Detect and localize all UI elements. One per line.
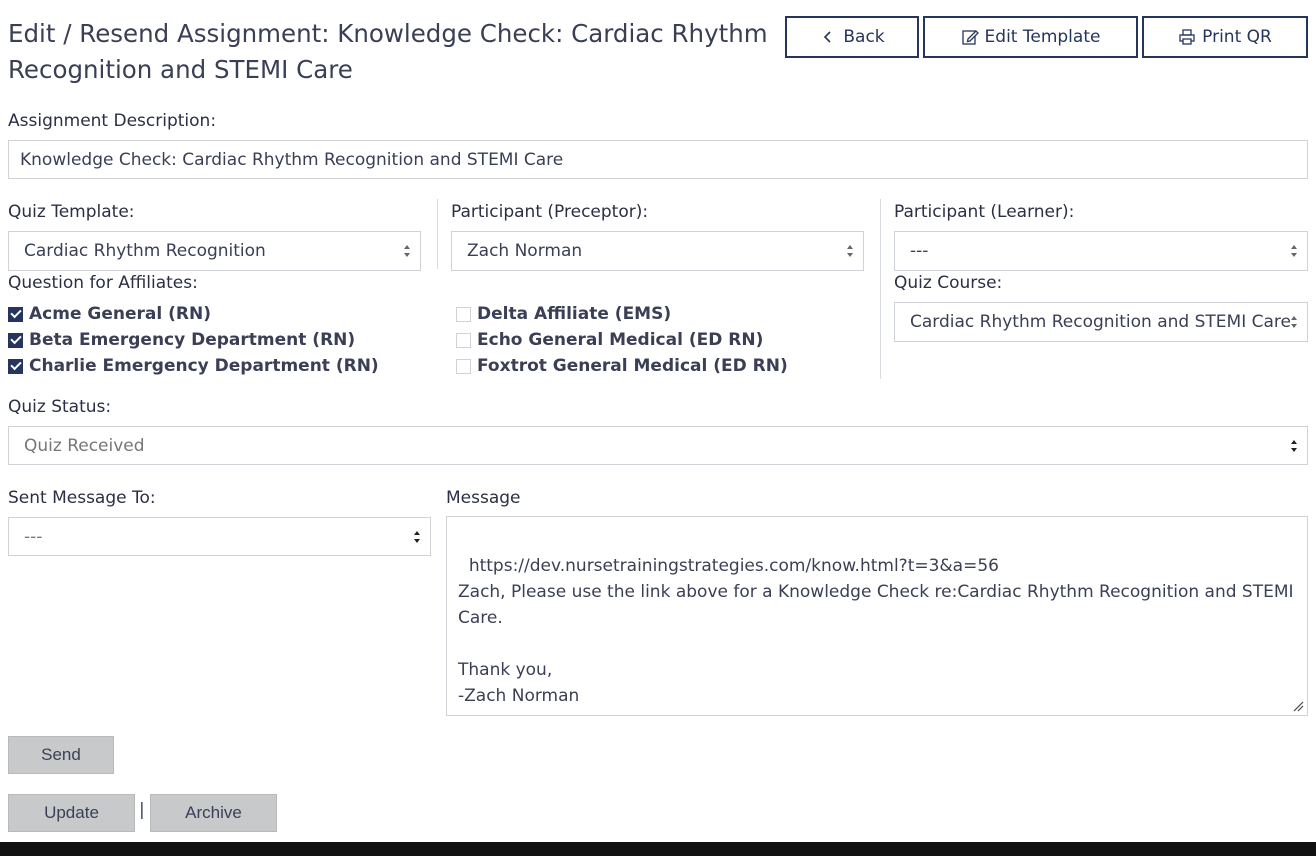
affiliate-label: Acme General (RN) xyxy=(29,304,211,324)
archive-button[interactable]: Archive xyxy=(150,794,277,832)
message-text: https://dev.nursetrainingstrategies.com/… xyxy=(458,556,1294,706)
learner-value: --- xyxy=(910,241,929,261)
divider xyxy=(437,199,438,269)
page-title: Edit / Resend Assignment: Knowledge Chec… xyxy=(8,19,768,84)
checkbox-unchecked-icon[interactable] xyxy=(456,358,471,374)
sent-to-label: Sent Message To: xyxy=(8,488,156,508)
description-value: Knowledge Check: Cardiac Rhythm Recognit… xyxy=(20,149,564,170)
checkbox-unchecked-icon[interactable] xyxy=(456,332,471,348)
description-label: Assignment Description: xyxy=(8,111,217,131)
checkbox-unchecked-icon[interactable] xyxy=(456,306,471,322)
update-button[interactable]: Update xyxy=(8,794,135,832)
chevron-left-icon xyxy=(824,31,831,43)
quiz-template-label: Quiz Template: xyxy=(8,202,135,222)
affiliate-checkbox-charlie[interactable]: Charlie Emergency Department (RN) xyxy=(8,356,379,376)
description-input[interactable]: Knowledge Check: Cardiac Rhythm Recognit… xyxy=(8,140,1308,179)
message-textarea[interactable]: https://dev.nursetrainingstrategies.com/… xyxy=(446,516,1308,716)
quiz-template-select[interactable]: Cardiac Rhythm Recognition xyxy=(8,231,421,271)
affiliate-label: Beta Emergency Department (RN) xyxy=(29,330,356,350)
affiliate-checkbox-echo[interactable]: Echo General Medical (ED RN) xyxy=(456,330,763,350)
learner-label: Participant (Learner): xyxy=(894,202,1075,222)
edit-template-button[interactable]: Edit Template xyxy=(923,16,1138,58)
message-label: Message xyxy=(446,488,521,508)
preceptor-label: Participant (Preceptor): xyxy=(451,202,649,222)
affiliate-checkbox-beta[interactable]: Beta Emergency Department (RN) xyxy=(8,330,355,350)
print-qr-label: Print QR xyxy=(1202,27,1272,47)
select-arrows-icon xyxy=(404,245,412,257)
affiliate-label: Foxtrot General Medical (ED RN) xyxy=(477,356,788,376)
select-arrows-icon xyxy=(1291,316,1299,328)
quiz-template-value: Cardiac Rhythm Recognition xyxy=(24,241,266,261)
affiliates-label: Question for Affiliates: xyxy=(8,273,198,293)
archive-label: Archive xyxy=(185,803,242,822)
affiliate-label: Charlie Emergency Department (RN) xyxy=(29,356,379,376)
affiliate-checkbox-delta[interactable]: Delta Affiliate (EMS) xyxy=(456,304,671,324)
edit-template-label: Edit Template xyxy=(984,27,1101,47)
send-label: Send xyxy=(41,745,81,764)
preceptor-value: Zach Norman xyxy=(467,241,583,261)
preceptor-select[interactable]: Zach Norman xyxy=(451,231,864,271)
select-arrows-icon xyxy=(1291,439,1299,452)
select-arrows-icon xyxy=(1291,245,1299,257)
footer-bar xyxy=(0,842,1316,856)
quiz-course-select[interactable]: Cardiac Rhythm Recognition and STEMI Car… xyxy=(894,302,1308,342)
divider xyxy=(880,199,881,379)
send-button[interactable]: Send xyxy=(8,736,114,774)
checkbox-checked-icon[interactable] xyxy=(8,332,23,348)
quiz-status-select[interactable]: Quiz Received xyxy=(8,426,1308,465)
checkbox-checked-icon[interactable] xyxy=(8,358,23,374)
update-label: Update xyxy=(44,803,99,822)
quiz-course-label: Quiz Course: xyxy=(894,273,1003,293)
select-arrows-icon xyxy=(414,530,422,543)
back-button[interactable]: Back xyxy=(785,16,919,58)
affiliate-label: Echo General Medical (ED RN) xyxy=(477,330,764,350)
learner-select[interactable]: --- xyxy=(894,231,1308,271)
affiliate-label: Delta Affiliate (EMS) xyxy=(477,304,672,324)
sent-to-select[interactable]: --- xyxy=(8,517,431,556)
quiz-course-value: Cardiac Rhythm Recognition and STEMI Car… xyxy=(910,312,1291,332)
back-label: Back xyxy=(843,27,885,47)
affiliate-checkbox-acme[interactable]: Acme General (RN) xyxy=(8,304,211,324)
quiz-status-label: Quiz Status: xyxy=(8,397,112,417)
sent-to-value: --- xyxy=(24,526,43,547)
edit-icon xyxy=(961,30,979,45)
printer-icon xyxy=(1179,29,1195,45)
affiliate-checkbox-foxtrot[interactable]: Foxtrot General Medical (ED RN) xyxy=(456,356,788,376)
select-arrows-icon xyxy=(847,245,855,257)
action-separator: | xyxy=(139,800,145,820)
resize-handle-icon[interactable] xyxy=(1292,700,1304,712)
checkbox-checked-icon[interactable] xyxy=(8,306,23,322)
quiz-status-value: Quiz Received xyxy=(24,435,145,456)
print-qr-button[interactable]: Print QR xyxy=(1142,16,1308,58)
